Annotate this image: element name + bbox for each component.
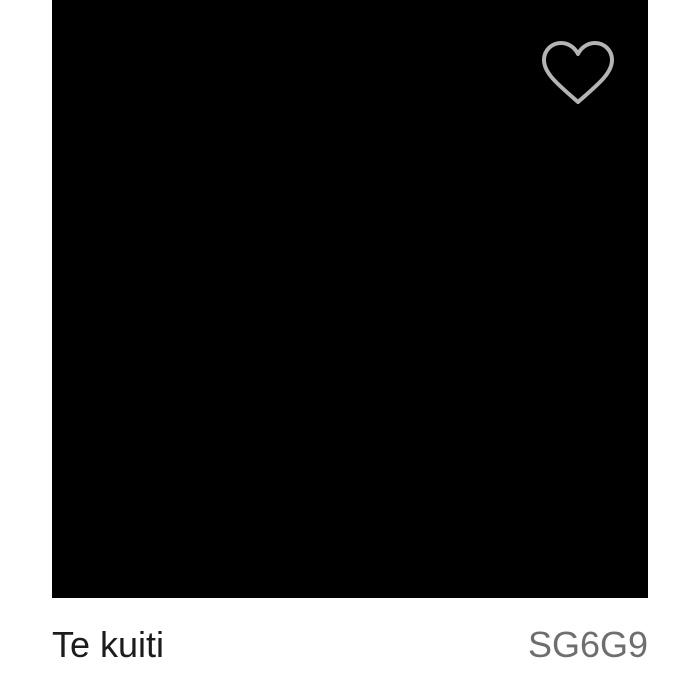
color-code: SG6G9 xyxy=(527,624,648,665)
color-swatch-card[interactable]: Te kuiti SG6G9 xyxy=(52,0,648,700)
favorite-button[interactable] xyxy=(538,38,618,110)
color-swatch[interactable] xyxy=(52,0,648,598)
swatch-caption: Te kuiti SG6G9 xyxy=(52,598,648,700)
color-name: Te kuiti xyxy=(52,624,165,665)
heart-icon xyxy=(538,38,618,110)
